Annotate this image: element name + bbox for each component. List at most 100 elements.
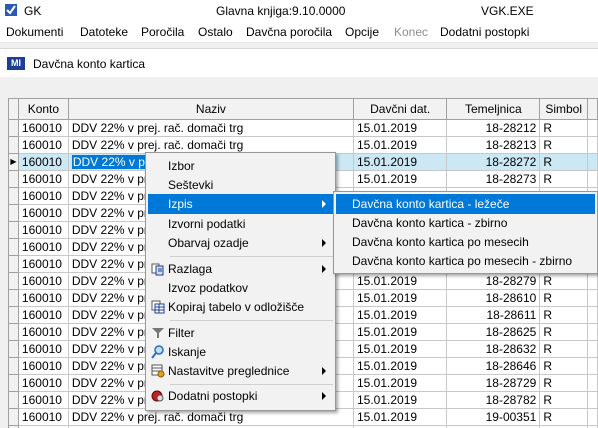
row-indicator[interactable] (8, 391, 19, 409)
menu-item-iskanje[interactable]: Iskanje (148, 342, 333, 362)
cell-temeljnica[interactable]: 18-28279 (446, 272, 541, 290)
table-row[interactable]: 160010 DDV 22% v prej. rač. domači trg 15.… (8, 408, 598, 426)
cell-simbol[interactable]: R (539, 323, 589, 341)
row-indicator[interactable]: ▶ (8, 153, 19, 171)
menu-ostalo[interactable]: Ostalo (198, 25, 233, 39)
cell-extra[interactable] (587, 340, 598, 358)
menu-item-kopiraj-tabelo-v-odlo-i-e[interactable]: Kopiraj tabelo v odložišče (148, 297, 333, 317)
menu-poro-ila[interactable]: Poročila (141, 25, 184, 39)
cell-extra[interactable] (587, 357, 598, 375)
cell-extra[interactable] (587, 153, 598, 171)
menu-konec[interactable]: Konec (394, 25, 428, 39)
cell-simbol[interactable]: R (539, 306, 589, 324)
menu-item-izbor[interactable]: Izbor (148, 156, 333, 176)
row-indicator[interactable] (8, 408, 19, 426)
cell-simbol[interactable]: R (539, 374, 589, 392)
cell-temeljnica[interactable]: 18-28272 (446, 153, 541, 171)
cell-konto[interactable]: 160010 (17, 289, 69, 307)
cell-konto[interactable]: 160010 (17, 255, 69, 273)
table-row[interactable]: 160010 DDV 22% v prej. rač. domači trg 15.… (8, 136, 598, 154)
submenu-item-4[interactable]: Davčna konto kartica po mesecih - zbirno (336, 251, 595, 271)
row-indicator[interactable] (8, 221, 19, 239)
cell-davcni-dat[interactable]: 15.01.2019 (352, 323, 448, 341)
cell-temeljnica[interactable]: 19-00351 (446, 408, 541, 426)
cell-konto[interactable]: 160010 (17, 391, 69, 409)
row-indicator[interactable] (8, 323, 19, 341)
cell-temeljnica[interactable]: 18-28610 (446, 289, 541, 307)
cell-temeljnica[interactable]: 18-28625 (446, 323, 541, 341)
row-indicator[interactable] (8, 204, 19, 222)
cell-temeljnica[interactable]: 18-28611 (446, 306, 541, 324)
cell-extra[interactable] (587, 170, 598, 188)
cell-simbol[interactable]: R (539, 272, 589, 290)
cell-davcni-dat[interactable]: 15.01.2019 (352, 340, 448, 358)
col-header-extra[interactable] (587, 98, 598, 120)
cell-temeljnica[interactable]: 18-28213 (446, 136, 541, 154)
cell-konto[interactable]: 160010 (17, 357, 69, 375)
cell-konto[interactable]: 160010 (17, 340, 69, 358)
cell-simbol[interactable]: R (539, 136, 589, 154)
cell-davcni-dat[interactable]: 15.01.2019 (352, 272, 448, 290)
submenu-item-1[interactable]: Davčna konto kartica - ležeče (336, 194, 595, 214)
cell-konto[interactable]: 160010 (17, 323, 69, 341)
cell-extra[interactable] (587, 306, 598, 324)
cell-extra[interactable] (587, 136, 598, 154)
row-indicator[interactable] (8, 119, 19, 137)
menu-datoteke[interactable]: Datoteke (80, 25, 128, 39)
menu-opcije[interactable]: Opcije (345, 25, 379, 39)
cell-davcni-dat[interactable]: 15.01.2019 (352, 153, 448, 171)
cell-extra[interactable] (587, 374, 598, 392)
cell-extra[interactable] (587, 289, 598, 307)
row-indicator[interactable] (8, 136, 19, 154)
col-header-simbol[interactable]: Simbol (539, 98, 589, 120)
cell-extra[interactable] (587, 272, 598, 290)
cell-extra[interactable] (587, 323, 598, 341)
col-header-naziv[interactable]: Naziv (67, 98, 355, 120)
cell-konto[interactable]: 160010 (17, 153, 69, 171)
cell-temeljnica[interactable]: 18-28273 (446, 170, 541, 188)
row-indicator[interactable] (8, 357, 19, 375)
cell-simbol[interactable]: R (539, 153, 589, 171)
menu-item-se-tevki[interactable]: Seštevki (148, 175, 333, 195)
col-header-konto[interactable]: Konto (17, 98, 69, 120)
row-indicator[interactable] (8, 238, 19, 256)
menu-item-dodatni-postopki[interactable]: Dodatni postopki (148, 386, 333, 406)
row-indicator[interactable] (8, 170, 19, 188)
cell-konto[interactable]: 160010 (17, 170, 69, 188)
menu-dodatni-postopki[interactable]: Dodatni postopki (440, 25, 529, 39)
row-indicator[interactable] (8, 255, 19, 273)
menu-dav-na-poro-ila[interactable]: Davčna poročila (246, 25, 332, 39)
cell-konto[interactable]: 160010 (17, 408, 69, 426)
cell-simbol[interactable]: R (539, 340, 589, 358)
cell-davcni-dat[interactable]: 15.01.2019 (352, 289, 448, 307)
menu-item-obarvaj-ozadje[interactable]: Obarvaj ozadje (148, 233, 333, 253)
cell-davcni-dat[interactable]: 15.01.2019 (352, 374, 448, 392)
cell-konto[interactable]: 160010 (17, 136, 69, 154)
cell-naziv[interactable]: DDV 22% v prej. rač. domači trg (67, 408, 355, 426)
row-indicator[interactable] (8, 340, 19, 358)
cell-temeljnica[interactable]: 18-28729 (446, 374, 541, 392)
menu-dokumenti[interactable]: Dokumenti (6, 25, 63, 39)
cell-simbol[interactable]: R (539, 119, 589, 137)
cell-simbol[interactable]: R (539, 170, 589, 188)
menu-item-filter[interactable]: Filter (148, 323, 333, 343)
cell-konto[interactable]: 160010 (17, 119, 69, 137)
table-row[interactable]: 160010 DDV 22% v prej. rač. domači trg 15.… (8, 119, 598, 137)
cell-extra[interactable] (587, 119, 598, 137)
cell-konto[interactable]: 160010 (17, 187, 69, 205)
cell-konto[interactable]: 160010 (17, 238, 69, 256)
cell-davcni-dat[interactable]: 15.01.2019 (352, 357, 448, 375)
cell-davcni-dat[interactable]: 15.01.2019 (352, 119, 448, 137)
cell-konto[interactable]: 160010 (17, 272, 69, 290)
submenu-item-2[interactable]: Davčna konto kartica - zbirno (336, 213, 595, 233)
cell-temeljnica[interactable]: 18-28632 (446, 340, 541, 358)
cell-davcni-dat[interactable]: 15.01.2019 (352, 136, 448, 154)
cell-extra[interactable] (587, 391, 598, 409)
cell-davcni-dat[interactable]: 15.01.2019 (352, 408, 448, 426)
row-indicator[interactable] (8, 187, 19, 205)
row-indicator[interactable] (8, 289, 19, 307)
cell-konto[interactable]: 160010 (17, 204, 69, 222)
menu-item-nastavitve-preglednice[interactable]: Nastavitve preglednice (148, 361, 333, 381)
cell-davcni-dat[interactable]: 15.01.2019 (352, 391, 448, 409)
cell-simbol[interactable]: R (539, 408, 589, 426)
